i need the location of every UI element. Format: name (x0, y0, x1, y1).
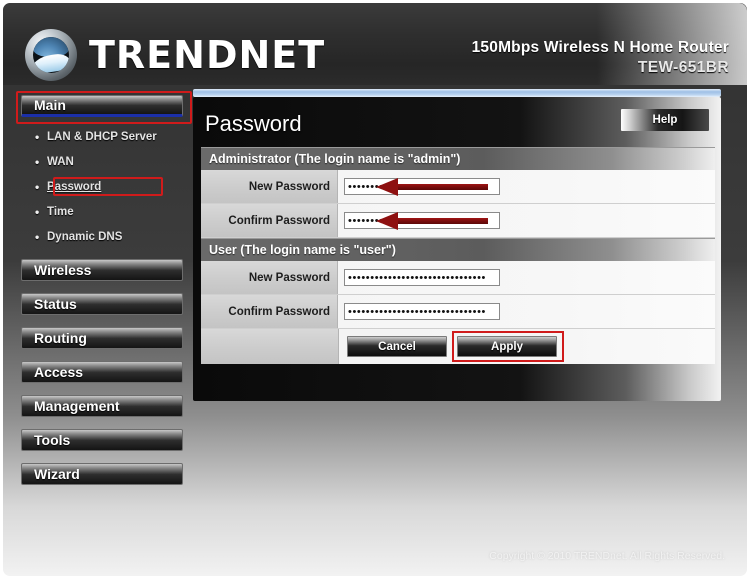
sidebar-subitem-password[interactable]: Password (35, 177, 191, 196)
brand-name: TRENDNET (89, 33, 326, 77)
sidebar-subitem-label: Time (47, 206, 74, 218)
product-name: 150Mbps Wireless N Home Router (471, 39, 729, 56)
admin-confirm-password-label-cell: Confirm Password (201, 204, 338, 237)
user-section-header: User (The login name is "user") (201, 238, 715, 261)
page-title: Password (205, 111, 302, 136)
sidebar-item-wizard[interactable]: Wizard (21, 463, 183, 485)
sidebar-item-label: Status (34, 296, 77, 312)
admin-confirm-password-row: Confirm Password •••••••••••••••••••••••… (201, 204, 715, 238)
user-confirm-password-row: Confirm Password •••••••••••••••••••••••… (201, 295, 715, 329)
sidebar-subitem-dynamic-dns[interactable]: Dynamic DNS (35, 230, 191, 244)
help-button[interactable]: Help (621, 109, 709, 131)
admin-new-password-label-cell: New Password (201, 170, 338, 203)
sidebar-item-routing[interactable]: Routing (21, 327, 183, 349)
page-header: TRENDNET 150Mbps Wireless N Home Router … (3, 3, 747, 85)
sidebar-subitem-time[interactable]: Time (35, 205, 191, 219)
user-new-password-label-cell: New Password (201, 261, 338, 294)
sidebar-item-access[interactable]: Access (21, 361, 183, 383)
model-number: TEW-651BR (637, 59, 729, 76)
sidebar-item-tools[interactable]: Tools (21, 429, 183, 451)
admin-new-password-arrow-icon (376, 177, 488, 196)
form-actions-spacer (201, 329, 339, 364)
sidebar-item-status[interactable]: Status (21, 293, 183, 315)
sidebar-nav: Main LAN & DHCP Server WAN Password Time… (16, 91, 192, 497)
sidebar-submenu: LAN & DHCP Server WAN Password Time Dyna… (21, 130, 191, 244)
form-actions-row: Cancel Apply (201, 329, 715, 364)
admin-new-password-row: New Password •••••••••••••••••••••••••••… (201, 170, 715, 204)
password-form: Administrator (The login name is "admin"… (201, 147, 715, 364)
administrator-section-header: Administrator (The login name is "admin"… (201, 147, 715, 170)
trendnet-globe-icon (25, 29, 77, 81)
user-section-label: User (The login name is "user") (209, 243, 396, 257)
help-button-label: Help (652, 114, 678, 126)
sidebar-item-management[interactable]: Management (21, 395, 183, 417)
user-new-password-label: New Password (248, 271, 330, 284)
sidebar-item-label: Access (34, 364, 84, 380)
cancel-button[interactable]: Cancel (347, 336, 447, 357)
sidebar-item-label: Wizard (34, 466, 80, 482)
sidebar-subitem-lan-dhcp-server[interactable]: LAN & DHCP Server (35, 130, 191, 144)
model-info: 150Mbps Wireless N Home Router TEW-651BR (472, 39, 729, 77)
apply-button[interactable]: Apply (457, 336, 557, 357)
apply-button-label: Apply (491, 340, 523, 353)
user-confirm-password-label-cell: Confirm Password (201, 295, 338, 328)
brand-logo: TRENDNET (25, 29, 325, 81)
content-panel: Password Help Administrator (The login n… (193, 97, 721, 401)
admin-confirm-password-label: Confirm Password (228, 214, 330, 227)
sidebar-item-wireless[interactable]: Wireless (21, 259, 183, 281)
sidebar-item-label: Routing (34, 330, 87, 346)
sidebar-item-main[interactable]: Main (21, 95, 183, 117)
sidebar-subitem-label: WAN (47, 156, 74, 168)
user-new-password-row: New Password •••••••••••••••••••••••••••… (201, 261, 715, 295)
password-highlight-box (53, 177, 163, 196)
sidebar-subitem-wan[interactable]: WAN (35, 155, 191, 169)
sidebar-subitem-label: LAN & DHCP Server (47, 131, 157, 143)
copyright-footer: Copyright © 2010 TRENDnet. All Rights Re… (489, 550, 725, 562)
user-new-password-input[interactable]: ••••••••••••••••••••••••••••••• (344, 269, 500, 286)
sidebar-item-label: Tools (34, 432, 71, 448)
sidebar-item-label: Main (34, 97, 66, 113)
sidebar-item-label: Wireless (34, 262, 92, 278)
admin-confirm-password-arrow-icon (376, 211, 488, 230)
admin-new-password-label: New Password (248, 180, 330, 193)
router-admin-page: TRENDNET 150Mbps Wireless N Home Router … (0, 0, 750, 579)
user-confirm-password-label: Confirm Password (228, 305, 330, 318)
administrator-section-label: Administrator (The login name is "admin"… (209, 152, 461, 166)
cancel-button-label: Cancel (378, 340, 416, 353)
sidebar-subitem-label: Dynamic DNS (47, 231, 123, 243)
sidebar-item-label: Management (34, 398, 120, 414)
user-confirm-password-input[interactable]: ••••••••••••••••••••••••••••••• (344, 303, 500, 320)
blue-separator-bar (193, 89, 721, 97)
